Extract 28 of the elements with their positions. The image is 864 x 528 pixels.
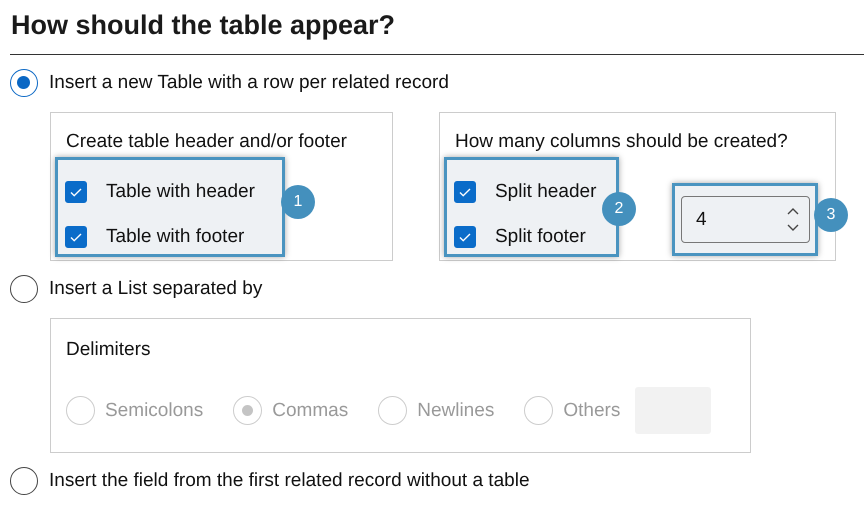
checkbox-label: Split footer	[495, 226, 586, 248]
chevron-down-icon[interactable]	[787, 224, 799, 232]
panel-heading: Create table header and/or footer	[65, 131, 348, 154]
radio-button[interactable]	[10, 69, 38, 97]
number-spinner[interactable]: 4	[681, 196, 810, 243]
chevron-up-icon[interactable]	[787, 207, 799, 215]
checkbox[interactable]	[65, 180, 87, 202]
radio-label: Others	[563, 400, 620, 422]
panel-heading: Delimiters	[65, 339, 152, 362]
radio-label: Insert a List separated by	[49, 278, 262, 300]
panel-heading: How many columns should be created?	[454, 131, 789, 154]
radio-label: Semicolons	[105, 400, 204, 422]
checkbox-label: Split header	[495, 180, 596, 202]
radio-button[interactable]	[10, 467, 38, 495]
checkbox[interactable]	[454, 226, 476, 248]
callout-badge: 2	[602, 192, 636, 226]
page-title: How should the table appear?	[10, 10, 396, 42]
radio-label: Insert a new Table with a row per related record	[49, 72, 449, 94]
checkbox-label: Table with header	[106, 180, 255, 202]
radio-label: Commas	[272, 400, 348, 422]
checkbox-label: Table with footer	[106, 226, 244, 248]
radio-label: Insert the field from the first related record without a table	[49, 470, 530, 492]
checkbox[interactable]	[454, 180, 476, 202]
checkbox[interactable]	[65, 226, 87, 248]
callout-badge: 3	[814, 198, 848, 232]
radio-button[interactable]	[10, 275, 38, 303]
radio-label: Newlines	[417, 400, 494, 422]
callout-badge: 1	[281, 185, 315, 219]
